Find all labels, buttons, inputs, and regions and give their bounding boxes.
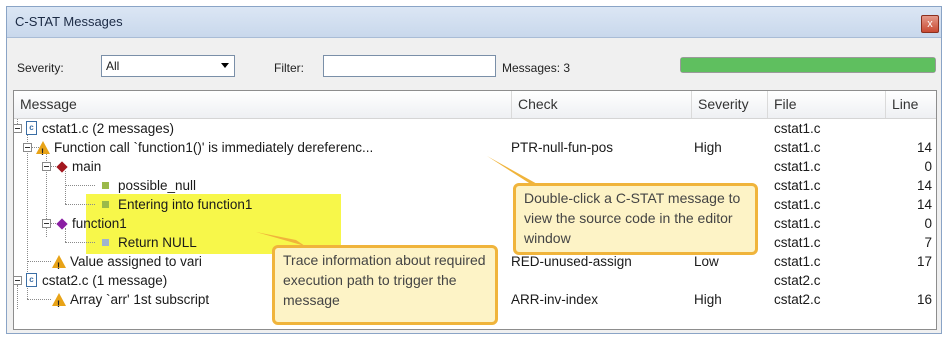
- row-line: 14: [916, 140, 932, 155]
- toolbar: Severity: All Filter: Messages: 3: [7, 38, 941, 88]
- chevron-down-icon: [221, 63, 229, 68]
- function-diamond-icon: [56, 161, 68, 173]
- table-row[interactable]: function1 cstat1.c 0: [14, 214, 936, 233]
- row-file: cstat1.c: [774, 216, 821, 231]
- filter-input[interactable]: [323, 55, 496, 77]
- row-file: cstat1.c: [774, 197, 821, 212]
- severity-selected-value: All: [106, 59, 120, 73]
- severity-label: Severity:: [17, 61, 64, 75]
- messages-count: Messages: 3: [502, 61, 571, 75]
- collapse-toggle[interactable]: [42, 219, 51, 228]
- filter-label: Filter:: [274, 61, 304, 75]
- row-message: Function call `function1()' is immediate…: [54, 140, 374, 155]
- progress-fill: [681, 58, 935, 72]
- row-message: Value assigned to vari: [70, 254, 202, 269]
- column-header-severity[interactable]: Severity: [692, 91, 768, 118]
- collapse-toggle[interactable]: [42, 162, 51, 171]
- row-line: 0: [924, 159, 932, 174]
- row-file: cstat1.c: [774, 178, 821, 193]
- collapse-toggle[interactable]: [14, 124, 22, 133]
- column-header-check[interactable]: Check: [512, 91, 692, 118]
- row-line: 14: [916, 178, 932, 193]
- function-diamond-icon: [56, 218, 68, 230]
- severity-select[interactable]: All: [101, 55, 235, 77]
- row-line: 17: [916, 254, 932, 269]
- row-file: cstat1.c: [774, 140, 821, 155]
- row-message: cstat2.c (1 message): [42, 273, 168, 288]
- row-check: PTR-null-fun-pos: [511, 140, 614, 155]
- row-message: Return NULL: [118, 235, 197, 250]
- row-severity: High: [694, 292, 722, 307]
- collapse-toggle[interactable]: [23, 143, 32, 152]
- row-message: Array `arr' 1st subscript: [70, 292, 210, 307]
- c-file-icon: c: [26, 121, 37, 135]
- table-row[interactable]: Entering into function1 cstat1.c 14: [14, 195, 936, 214]
- trace-step-icon: [102, 182, 109, 189]
- row-message: possible_null: [118, 178, 197, 193]
- c-file-icon: c: [26, 273, 37, 287]
- row-message: cstat1.c (2 messages): [42, 121, 175, 136]
- warning-icon: [36, 141, 50, 162]
- analysis-progress-bar: [680, 57, 936, 73]
- row-file: cstat1.c: [774, 254, 821, 269]
- collapse-toggle[interactable]: [14, 276, 22, 285]
- row-check: ARR-inv-index: [511, 292, 599, 307]
- row-line: 7: [924, 235, 932, 250]
- row-message: function1: [72, 216, 127, 231]
- table-row[interactable]: Function call `function1()' is immediate…: [14, 138, 936, 162]
- warning-icon: [52, 255, 66, 276]
- title-bar: C-STAT Messages x: [7, 7, 941, 38]
- close-button[interactable]: x: [921, 15, 939, 33]
- row-file: cstat1.c: [774, 159, 821, 174]
- trace-callout: Trace information about required executi…: [272, 245, 498, 325]
- row-severity: High: [694, 140, 722, 155]
- window-title: C-STAT Messages: [15, 14, 123, 29]
- row-file: cstat1.c: [774, 121, 821, 136]
- row-message: main: [72, 159, 102, 174]
- row-line: 0: [924, 216, 932, 231]
- trace-step-icon: [102, 201, 109, 208]
- row-file: cstat2.c: [774, 273, 821, 288]
- table-row[interactable]: main cstat1.c 0: [14, 157, 936, 176]
- warning-icon: [52, 293, 66, 314]
- trace-step-icon: [102, 239, 109, 246]
- row-line: 16: [916, 292, 932, 307]
- column-header-line[interactable]: Line: [886, 91, 936, 118]
- double-click-callout: Double-click a C-STAT message to view th…: [513, 183, 758, 255]
- list-item-file-cstat1[interactable]: c cstat1.c (2 messages) cstat1.c: [14, 119, 936, 138]
- list-header: Message Check Severity File Line: [14, 91, 936, 119]
- column-header-message[interactable]: Message: [14, 91, 512, 118]
- row-file: cstat1.c: [774, 235, 821, 250]
- row-line: 14: [916, 197, 932, 212]
- column-header-file[interactable]: File: [768, 91, 886, 118]
- table-row[interactable]: possible_null cstat1.c 14: [14, 176, 936, 195]
- row-file: cstat2.c: [774, 292, 821, 307]
- row-message: Entering into function1: [118, 197, 253, 212]
